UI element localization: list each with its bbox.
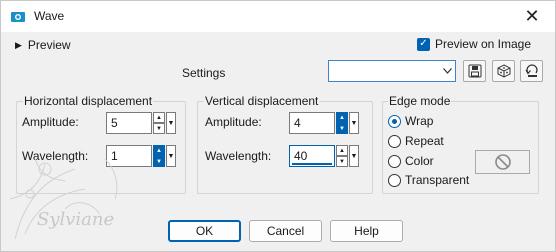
vertical-amplitude-stepper[interactable]: ▲ ▼ — [336, 112, 348, 134]
preview-on-image-label: Preview on Image — [434, 37, 531, 51]
horizontal-amplitude-label: Amplitude: — [22, 115, 79, 129]
vertical-amplitude-input[interactable]: 4 — [289, 112, 335, 134]
edge-mode-transparent-label: Transparent — [405, 173, 470, 187]
vertical-wavelength-input[interactable]: 40 — [289, 145, 335, 167]
edge-mode-color-radio[interactable]: Color — [388, 154, 434, 168]
horizontal-wavelength-dropdown-icon[interactable]: ▼ — [166, 145, 176, 167]
wave-app-icon — [11, 12, 25, 22]
help-button[interactable]: Help — [330, 220, 403, 242]
edge-mode-repeat-radio[interactable]: Repeat — [388, 134, 444, 148]
expand-triangle-icon: ▶ — [15, 39, 22, 50]
close-icon: ✕ — [524, 6, 540, 26]
edge-mode-color-label: Color — [405, 154, 434, 168]
cancel-button[interactable]: Cancel — [249, 220, 322, 242]
save-preset-icon — [468, 64, 481, 78]
preview-toggle[interactable]: ▶ Preview — [15, 38, 71, 52]
radio-unselected-icon — [388, 134, 401, 148]
randomize-icon — [497, 64, 510, 78]
horizontal-amplitude-input[interactable]: 5 — [106, 112, 152, 134]
spin-up-icon[interactable]: ▲ — [153, 112, 165, 123]
title-bar: Wave ✕ — [1, 1, 555, 32]
spin-up-icon[interactable]: ▲ — [336, 112, 348, 123]
vertical-amplitude-dropdown-icon[interactable]: ▼ — [349, 112, 359, 134]
watermark-text: Sylviane — [37, 209, 115, 230]
vertical-displacement-title: Vertical displacement — [204, 94, 320, 108]
edge-mode-repeat-label: Repeat — [405, 134, 444, 148]
window-title: Wave — [34, 9, 65, 23]
radio-unselected-icon — [388, 154, 401, 168]
spin-down-icon[interactable]: ▼ — [336, 123, 348, 134]
sylviane-watermark-graphic — [9, 158, 118, 240]
vertical-wavelength-label: Wavelength: — [205, 149, 272, 163]
radio-unselected-icon — [388, 173, 401, 187]
spin-down-icon[interactable]: ▼ — [336, 156, 348, 167]
preview-on-image-checkbox[interactable]: ✓ Preview on Image — [416, 37, 531, 51]
edge-mode-wrap-label: Wrap — [405, 114, 434, 128]
horizontal-displacement-title: Horizontal displacement — [23, 94, 154, 108]
settings-preset-dropdown[interactable] — [328, 60, 456, 82]
reset-icon — [524, 64, 538, 77]
ok-button[interactable]: OK — [168, 220, 241, 242]
spin-up-icon[interactable]: ▲ — [336, 145, 348, 156]
wave-dialog: Wave ✕ ▶ Preview ✓ Preview on Image Sett… — [0, 0, 556, 252]
chevron-down-icon — [439, 61, 455, 81]
edge-mode-transparent-radio[interactable]: Transparent — [388, 173, 469, 187]
radio-selected-icon — [388, 114, 401, 128]
vertical-wavelength-dropdown-icon[interactable]: ▼ — [349, 145, 359, 167]
disabled-prohibited-icon — [494, 154, 511, 170]
focus-underline — [292, 163, 332, 165]
vertical-amplitude-label: Amplitude: — [205, 115, 262, 129]
save-preset-button[interactable] — [463, 60, 486, 82]
horizontal-amplitude-dropdown-icon[interactable]: ▼ — [166, 112, 176, 134]
vertical-wavelength-value: 40 — [294, 149, 308, 163]
horizontal-amplitude-spinbox[interactable]: 5 ▲ ▼ ▼ — [106, 112, 176, 134]
edge-mode-title: Edge mode — [388, 94, 452, 108]
vertical-amplitude-spinbox[interactable]: 4 ▲ ▼ ▼ — [289, 112, 359, 134]
close-button[interactable]: ✕ — [509, 1, 555, 32]
edge-mode-wrap-radio[interactable]: Wrap — [388, 114, 433, 128]
checkbox-checked-icon: ✓ — [416, 37, 430, 51]
reset-button[interactable] — [520, 60, 543, 82]
settings-label: Settings — [182, 66, 226, 80]
vertical-wavelength-stepper[interactable]: ▲ ▼ — [336, 145, 348, 167]
preview-label: Preview — [27, 38, 71, 52]
horizontal-amplitude-stepper[interactable]: ▲ ▼ — [153, 112, 165, 134]
vertical-wavelength-spinbox[interactable]: 40 ▲ ▼ ▼ — [289, 145, 359, 167]
spin-down-icon[interactable]: ▼ — [153, 123, 165, 134]
edge-color-swatch[interactable] — [475, 150, 530, 174]
randomize-button[interactable] — [492, 60, 515, 82]
